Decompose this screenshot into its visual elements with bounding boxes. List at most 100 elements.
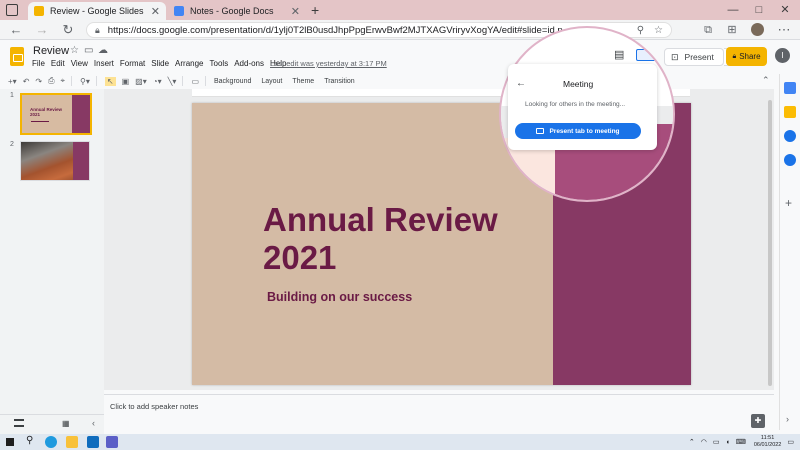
star-icon[interactable]: ☆ <box>70 45 79 56</box>
battery-icon[interactable]: ▭ <box>713 438 720 446</box>
menu-edit[interactable]: Edit <box>51 59 65 68</box>
menu-tools[interactable]: Tools <box>210 59 229 68</box>
reload-icon[interactable]: ↻ <box>60 23 76 37</box>
search-icon[interactable]: ⚲ <box>26 435 33 446</box>
language-icon[interactable]: ⌨ <box>736 438 746 446</box>
thumb-accent-band <box>73 142 89 180</box>
toolbar-divider <box>95 76 97 86</box>
menu-slide[interactable]: Slide <box>151 59 169 68</box>
slide-title-line1: Annual Review <box>263 201 498 238</box>
tab-google-docs[interactable]: Notes - Google Docs ✕ <box>168 2 306 20</box>
clock[interactable]: 11:51 06/01/2022 <box>754 435 782 449</box>
outlook-icon[interactable] <box>87 436 99 448</box>
browser-toolbar: ← → ↻ 🔒︎ https://docs.google.com/present… <box>0 20 800 40</box>
speaker-notes[interactable]: Click to add speaker notes <box>104 394 774 414</box>
slide-filmstrip: 1 Annual Review 2021 2 <box>0 89 104 414</box>
menu-insert[interactable]: Insert <box>94 59 114 68</box>
menu-arrange[interactable]: Arrange <box>175 59 203 68</box>
last-edit-link[interactable]: Last edit was yesterday at 3:17 PM <box>270 59 387 68</box>
calendar-icon[interactable] <box>784 82 796 94</box>
menu-bar: File Edit View Insert Format Slide Arrange Tool… <box>32 59 286 68</box>
new-slide-icon[interactable]: +▾ <box>8 77 17 86</box>
extensions-icon[interactable]: ⧉ <box>700 23 716 37</box>
contacts-icon[interactable] <box>784 154 796 166</box>
teams-icon[interactable] <box>106 436 118 448</box>
volume-icon[interactable]: ◖ <box>726 439 730 446</box>
share-button[interactable]: 🔒︎ Share <box>726 47 767 66</box>
notifications-icon[interactable]: ▭ <box>787 438 794 446</box>
theme-button[interactable]: Theme <box>292 78 314 85</box>
new-tab-button[interactable]: + <box>311 2 319 18</box>
present-label: Present <box>684 52 714 62</box>
slide-title[interactable]: Annual Review 2021 <box>263 201 498 277</box>
wifi-icon[interactable]: ◠ <box>701 438 707 446</box>
profile-avatar[interactable] <box>751 23 764 36</box>
slide-number: 2 <box>10 141 14 148</box>
tab-label: Notes - Google Docs <box>190 6 274 16</box>
minimize-button[interactable]: — <box>722 2 744 18</box>
grid-view-icon[interactable]: ▦ <box>62 419 70 428</box>
slides-favicon-icon <box>34 6 44 16</box>
tab-actions-icon[interactable] <box>6 4 18 16</box>
slide-thumbnail-2[interactable] <box>20 141 90 181</box>
hide-filmstrip-icon[interactable]: ‹ <box>92 418 95 428</box>
explore-icon[interactable]: ✚ <box>751 414 765 428</box>
print-icon[interactable]: ⎙ <box>48 76 54 86</box>
toolbar-divider <box>205 76 206 86</box>
lock-icon: 🔒︎ <box>95 24 100 35</box>
list-view-icon[interactable] <box>14 419 24 427</box>
keep-icon[interactable] <box>784 106 796 118</box>
close-icon[interactable]: ✕ <box>291 5 300 18</box>
zoom-icon[interactable]: ⚲▾ <box>80 77 90 86</box>
add-addon-icon[interactable]: + <box>785 196 792 210</box>
background-button[interactable]: Background <box>214 78 251 85</box>
move-folder-icon[interactable]: ▭ <box>84 45 93 56</box>
comment-add-icon[interactable]: ▭ <box>191 77 199 86</box>
layout-button[interactable]: Layout <box>261 78 282 85</box>
slides-header: Review ☆ ▭ ☁ File Edit View Insert Format Sli… <box>0 41 800 73</box>
document-title[interactable]: Review <box>33 45 69 57</box>
clock-date: 06/01/2022 <box>753 442 782 448</box>
present-tab-to-meeting-button[interactable]: Present tab to meeting <box>515 123 641 139</box>
menu-view[interactable]: View <box>71 59 88 68</box>
menu-file[interactable]: File <box>32 59 45 68</box>
close-window-button[interactable]: ✕ <box>774 2 796 18</box>
back-arrow-icon[interactable]: ← <box>8 23 24 37</box>
menu-add-ons[interactable]: Add-ons <box>234 59 264 68</box>
tasks-icon[interactable] <box>784 130 796 142</box>
tab-label: Review - Google Slides <box>50 6 144 16</box>
redo-icon[interactable]: ↷ <box>35 77 42 86</box>
image-icon[interactable]: ▨▾ <box>135 77 147 86</box>
edge-browser-icon[interactable] <box>45 436 57 448</box>
menu-format[interactable]: Format <box>120 59 145 68</box>
present-tab-label: Present tab to meeting <box>549 127 620 135</box>
meet-present-icon[interactable] <box>636 49 656 61</box>
present-button[interactable]: ⊡ Present <box>664 48 724 66</box>
slide-subtitle[interactable]: Building on our success <box>267 290 412 304</box>
forward-arrow-icon[interactable]: → <box>34 23 50 37</box>
line-icon[interactable]: ╲▾ <box>168 77 177 86</box>
comment-icon[interactable]: ▤ <box>614 48 624 61</box>
collapse-menus-icon[interactable]: ⌃ <box>762 75 770 86</box>
text-box-icon[interactable]: ▣ <box>122 77 130 86</box>
maximize-button[interactable]: □ <box>748 2 770 18</box>
file-explorer-icon[interactable] <box>66 436 78 448</box>
back-arrow-icon[interactable]: ← <box>516 78 526 89</box>
vertical-scrollbar[interactable] <box>768 100 772 386</box>
collections-icon[interactable]: ⊞ <box>724 23 740 37</box>
shape-icon[interactable]: ◔▾ <box>153 77 162 86</box>
paint-format-icon[interactable]: ⌖ <box>61 76 66 86</box>
more-options-icon[interactable]: ⋯ <box>776 23 792 37</box>
undo-icon[interactable]: ↶ <box>23 77 30 86</box>
transition-button[interactable]: Transition <box>324 78 354 85</box>
user-avatar[interactable]: I <box>775 48 790 63</box>
select-icon[interactable]: ↖ <box>104 76 116 86</box>
expand-panel-icon[interactable]: › <box>786 414 789 424</box>
windows-start-icon[interactable] <box>6 438 14 446</box>
tab-google-slides[interactable]: Review - Google Slides ✕ <box>28 2 166 20</box>
google-slides-logo-icon[interactable] <box>10 47 24 66</box>
slide-thumbnail-1[interactable]: Annual Review 2021 <box>20 93 92 135</box>
chevron-up-icon[interactable]: ⌃ <box>689 438 695 446</box>
slide-title-line2: 2021 <box>263 239 337 276</box>
close-icon[interactable]: ✕ <box>151 5 160 18</box>
